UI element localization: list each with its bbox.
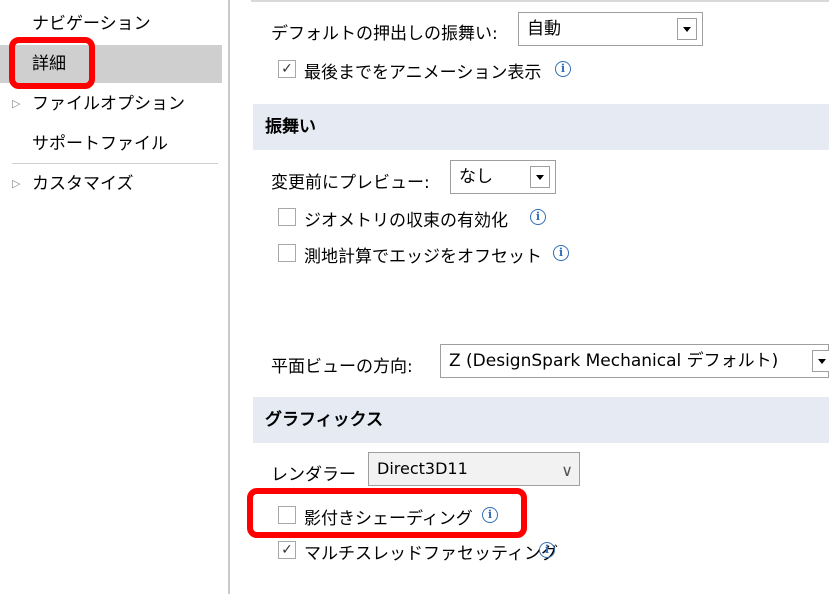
- renderer-value: Direct3D11: [377, 459, 468, 478]
- sidebar-item-file-options[interactable]: ▷ ファイルオプション: [0, 85, 222, 123]
- geodesic-offset-label: 測地計算でエッジをオフセット: [304, 247, 542, 267]
- multithread-faceting-checkbox[interactable]: ✓: [278, 541, 296, 559]
- expand-triangle-icon[interactable]: ▷: [12, 165, 20, 203]
- plan-view-direction-value: Z (DesignSpark Mechanical デフォルト): [449, 351, 779, 371]
- sidebar-item-label: ファイルオプション: [32, 94, 185, 114]
- info-icon[interactable]: i: [530, 209, 546, 225]
- preview-before-change-label: 変更前にプレビュー:: [271, 173, 430, 193]
- plan-view-direction-label: 平面ビューの方向:: [271, 357, 413, 377]
- sidebar-item-label: サポートファイル: [32, 134, 168, 154]
- animate-to-end-checkbox[interactable]: ✓: [278, 60, 296, 78]
- highlight-box-shadow-shading: [247, 488, 527, 538]
- default-pull-label: デフォルトの押出しの振舞い:: [271, 24, 498, 44]
- sidebar-border: [228, 0, 230, 594]
- section-title: 振舞い: [265, 117, 316, 137]
- dropdown-arrow-icon[interactable]: [530, 166, 550, 188]
- section-title: グラフィックス: [265, 410, 384, 430]
- multithread-faceting-label: マルチスレッドファセッティング: [304, 544, 558, 564]
- dropdown-arrow-icon[interactable]: [677, 18, 697, 40]
- graphics-section-header: グラフィックス: [253, 397, 829, 443]
- highlight-box-details: [9, 37, 95, 89]
- renderer-select[interactable]: Direct3D11 ∨: [368, 452, 580, 486]
- geometry-convergence-label: ジオメトリの収束の有効化: [304, 211, 508, 231]
- sidebar-item-customize[interactable]: ▷ カスタマイズ: [0, 165, 222, 203]
- info-icon[interactable]: i: [539, 542, 555, 558]
- sidebar-item-label: カスタマイズ: [32, 174, 134, 194]
- sidebar-item-label: ナビゲーション: [32, 14, 151, 34]
- options-main-panel: デフォルトの押出しの振舞い: 自動 ✓ 最後までをアニメーション表示 i 振舞い…: [231, 0, 829, 594]
- renderer-label: レンダラー: [271, 465, 356, 485]
- info-icon[interactable]: i: [553, 245, 569, 261]
- geodesic-offset-checkbox[interactable]: [278, 244, 296, 262]
- options-sidebar: ナビゲーション 詳細 ▷ ファイルオプション サポートファイル ▷ カスタマイズ: [0, 0, 228, 594]
- sidebar-divider: [12, 163, 218, 164]
- dropdown-arrow-icon[interactable]: [812, 350, 829, 372]
- geometry-convergence-checkbox[interactable]: [278, 208, 296, 226]
- expand-triangle-icon[interactable]: ▷: [12, 85, 20, 123]
- chevron-down-icon[interactable]: ∨: [561, 455, 573, 487]
- sidebar-item-support-files[interactable]: サポートファイル: [0, 125, 222, 163]
- behavior-section-header: 振舞い: [253, 104, 829, 150]
- default-pull-value: 自動: [527, 19, 561, 39]
- info-icon[interactable]: i: [555, 61, 571, 77]
- top-divider: [251, 0, 829, 2]
- plan-view-direction-select[interactable]: Z (DesignSpark Mechanical デフォルト): [440, 344, 829, 378]
- preview-before-change-select[interactable]: なし: [450, 160, 556, 194]
- default-pull-select[interactable]: 自動: [518, 12, 703, 46]
- preview-before-change-value: なし: [459, 167, 493, 187]
- animate-to-end-label: 最後までをアニメーション表示: [304, 63, 542, 83]
